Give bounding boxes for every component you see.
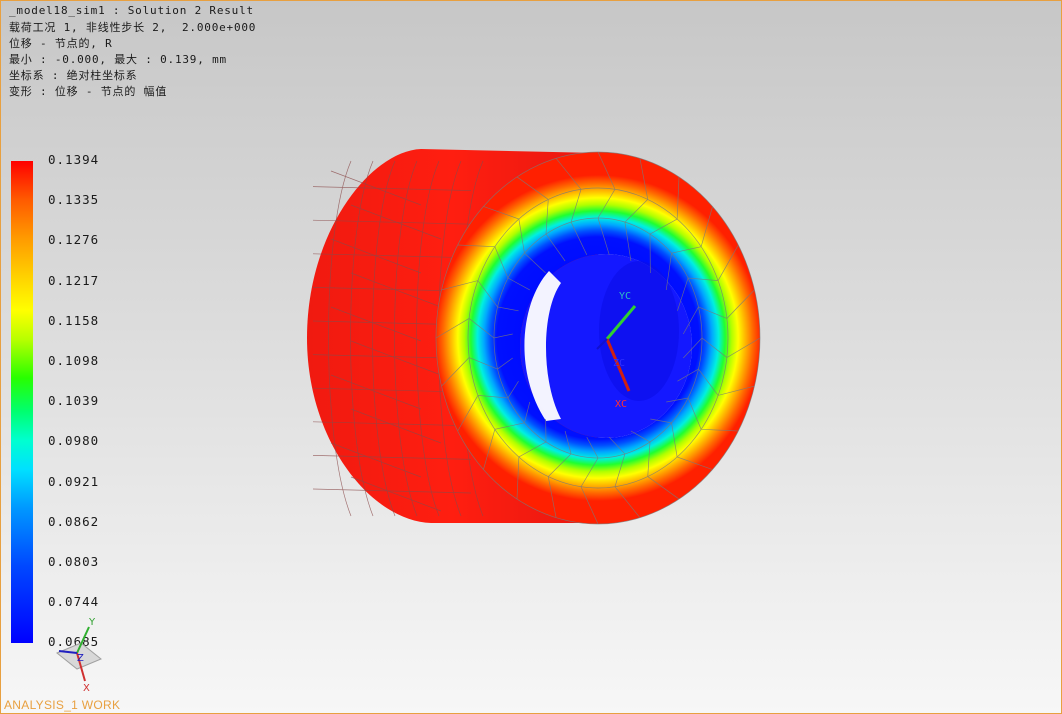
graphics-viewport[interactable]: _model18_sim1 : Solution 2 Result 载荷工况 1… [0,0,1062,714]
wcs-zc-label: ZC [613,358,625,369]
wcs-xc-label: XC [615,399,627,410]
view-triad[interactable]: Y Z X [49,615,109,695]
wcs-yc-label: YC [619,291,631,302]
fe-model[interactable]: YC ZC XC [1,1,1061,713]
view-name-label: ANALYSIS_1 WORK [4,698,121,712]
triad-x-label: X [83,683,90,694]
triad-y-label: Y [88,617,96,628]
triad-z-label: Z [77,653,84,664]
cylinder-bore [520,254,692,438]
